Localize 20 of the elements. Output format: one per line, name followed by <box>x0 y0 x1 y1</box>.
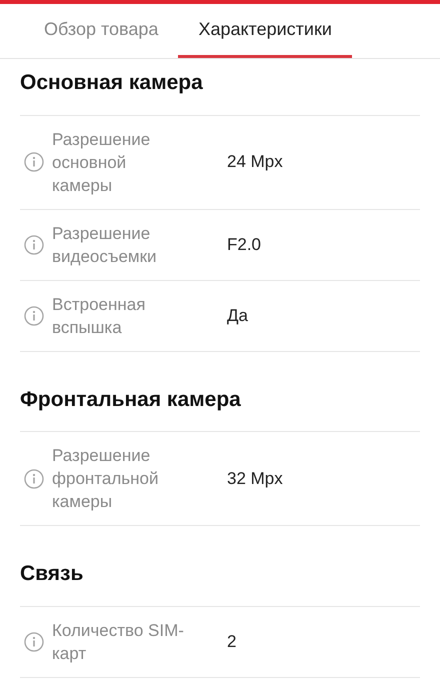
info-icon[interactable] <box>24 234 44 254</box>
spec-value: 32 Mpx <box>227 468 283 490</box>
tab[interactable]: Обзор товара <box>24 4 178 58</box>
spec-value: F2.0 <box>227 234 262 256</box>
section-title: Фронтальная камера <box>20 388 241 410</box>
spec-label: Разрешение видеосъемки <box>52 222 158 268</box>
spec-label: Количество SIM-карт <box>52 620 185 664</box>
spec-label: Встроенная вспышка <box>52 294 146 338</box>
section-title: Связь <box>20 562 84 585</box>
spec-label: Разрешение фронтальной камеры <box>52 445 160 513</box>
info-icon[interactable] <box>24 468 44 488</box>
info-icon[interactable] <box>24 632 44 652</box>
info-icon[interactable] <box>24 306 44 326</box>
spec-value: 24 Mpx <box>227 151 283 174</box>
tab[interactable]: Характеристики <box>178 4 352 58</box>
spec-value: 2 <box>227 630 236 653</box>
section-title: Основная камера <box>20 71 203 94</box>
info-icon[interactable] <box>24 152 44 172</box>
spec-label: Разрешение основной камеры <box>52 128 152 196</box>
spec-value: Да <box>227 304 248 327</box>
